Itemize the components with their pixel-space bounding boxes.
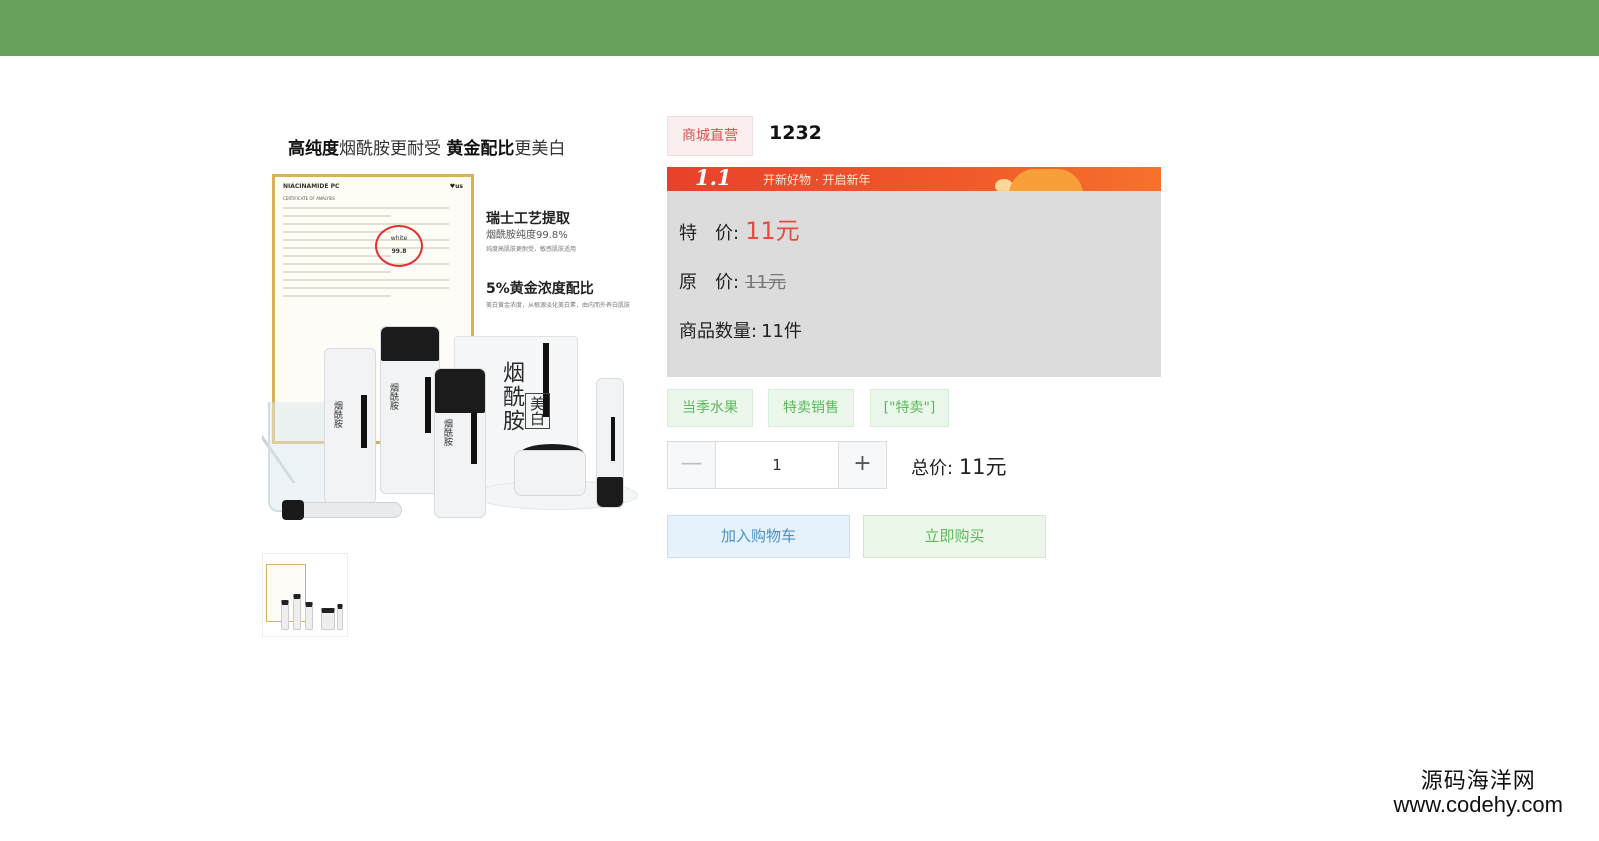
claim-concentration: 5%黄金浓度配比 美白黄金浓度，从根源淡化美白素，由内而外养白肌肤: [486, 278, 636, 309]
quantity-stepper: — +: [667, 441, 887, 489]
product-main-image: 高纯度烟酰胺更耐受 黄金配比更美白 NIACINAMIDE PC ♥us CER…: [262, 122, 644, 548]
headline-bold-2: 黄金配比: [446, 139, 515, 159]
mask-text-large: 烟酰胺: [499, 361, 524, 433]
total-label: 总价:: [911, 458, 954, 479]
certificate-line: [283, 263, 449, 265]
thumbnail-bottle: [281, 600, 289, 630]
claim-1-title: 瑞士工艺提取: [486, 211, 570, 227]
thumbnail-bottle: [293, 594, 301, 630]
quantity-value: 11件: [761, 321, 802, 342]
product-title: 1232: [769, 122, 822, 144]
certificate-line: [283, 223, 449, 225]
quantity-row: 商品数量: 11件: [679, 317, 802, 343]
bottle-stripe: [425, 376, 431, 434]
claim-extraction: 瑞士工艺提取 烟酰胺纯度99.8% 纯度高肌肤更耐受，敏感肌肤适用: [486, 208, 636, 253]
headline-text-1: 烟酰胺更耐受: [339, 139, 447, 159]
mask-text-small: 美白: [525, 393, 550, 429]
certificate-line: [283, 207, 449, 209]
certificate-logo: ♥us: [449, 183, 463, 190]
bottle-label: 烟酰胺: [442, 419, 452, 447]
tag-special-sale[interactable]: 特卖销售: [768, 389, 854, 427]
bottle-stripe: [471, 413, 477, 464]
quantity-input[interactable]: [717, 442, 837, 488]
special-price-row: 特 价: 11元: [679, 211, 800, 246]
bottle-stripe: [611, 417, 615, 461]
direct-store-tag: 商城直营: [667, 116, 753, 156]
claim-2-title: 5%黄金浓度配比: [486, 281, 594, 297]
certificate-line: [283, 287, 449, 289]
glass-beaker: [268, 402, 328, 512]
promo-banner[interactable]: 1.1 开新好物 · 开启新年: [667, 167, 1161, 191]
tube-cap: [597, 477, 623, 507]
certificate-line: [283, 255, 391, 257]
certificate-line: [283, 279, 449, 281]
special-price-label: 特 价:: [679, 223, 740, 244]
original-price-row: 原 价: 11元: [679, 268, 786, 294]
certificate-title: NIACINAMIDE PC: [283, 183, 340, 190]
price-panel: 特 价: 11元 原 价: 11元 商品数量: 11件: [667, 191, 1161, 377]
bottle-cap: [381, 327, 439, 361]
promo-gift-icon: [1009, 169, 1083, 191]
special-price-value: 11元: [745, 217, 800, 245]
watermark-cn: 源码海洋网: [1420, 769, 1536, 794]
total-value: 11元: [958, 455, 1007, 479]
bottle-stripe: [361, 395, 367, 448]
toner-bottle: 烟酰胺: [380, 326, 440, 494]
cream-jar: [514, 450, 586, 496]
dropper-cap: [282, 500, 304, 520]
decrement-button[interactable]: —: [668, 442, 716, 488]
circle-word: white: [390, 235, 408, 242]
original-price-value: 11元: [745, 272, 786, 293]
buy-now-button[interactable]: 立即购买: [863, 515, 1046, 558]
bottle-label: 烟酰胺: [388, 383, 398, 411]
quantity-label: 商品数量:: [679, 321, 758, 342]
claim-1-text: 烟酰胺纯度99.8%: [486, 230, 568, 241]
serum-bottle: 烟酰胺: [434, 368, 486, 518]
certificate-line: [283, 247, 449, 249]
tag-seasonal-fruit[interactable]: 当季水果: [667, 389, 753, 427]
product-thumbnail[interactable]: [262, 553, 348, 637]
promo-text: 开新好物 · 开启新年: [763, 173, 871, 187]
eye-cream-tube: [596, 378, 624, 508]
promo-number: 1.1: [695, 167, 732, 190]
thumbnail-bottle: [305, 602, 313, 630]
claim-1-small: 纯度高肌肤更耐受，敏感肌肤适用: [486, 246, 577, 253]
bottle-cap: [435, 369, 485, 413]
total-price: 总价: 11元: [911, 451, 1007, 481]
watermark: 源码海洋网 www.codehy.com: [1393, 770, 1563, 816]
add-to-cart-button[interactable]: 加入购物车: [667, 515, 850, 558]
certificate-subtitle: CERTIFICATE OF ANALYSIS: [283, 196, 335, 201]
tag-special-raw[interactable]: ["特卖"]: [870, 389, 949, 427]
circle-value: 99.8: [391, 248, 407, 255]
certificate-highlight-circle: white 99.8: [375, 225, 423, 267]
thumbnail-headline: [263, 554, 347, 558]
original-price-label: 原 价:: [679, 272, 740, 293]
certificate-line: [283, 215, 391, 217]
headline-bold-1: 高纯度: [288, 139, 339, 159]
certificate-line: [283, 239, 449, 241]
bottle-label: 烟酰胺: [332, 401, 342, 429]
top-bar: [0, 0, 1599, 56]
headline-text-2: 更美白: [514, 139, 566, 159]
certificate-line: [283, 271, 391, 273]
thumbnail-bottle: [337, 604, 343, 630]
claim-2-small: 美白黄金浓度，从根源淡化美白素，由内而外养白肌肤: [486, 302, 631, 309]
image-headline: 高纯度烟酰胺更耐受 黄金配比更美白: [288, 134, 628, 159]
increment-button[interactable]: +: [838, 442, 886, 488]
certificate-line: [283, 231, 391, 233]
watermark-url: www.codehy.com: [1393, 792, 1563, 818]
certificate-line: [283, 295, 391, 297]
tube-bottle: 烟酰胺: [324, 348, 376, 504]
thumbnail-jar: [321, 608, 335, 630]
